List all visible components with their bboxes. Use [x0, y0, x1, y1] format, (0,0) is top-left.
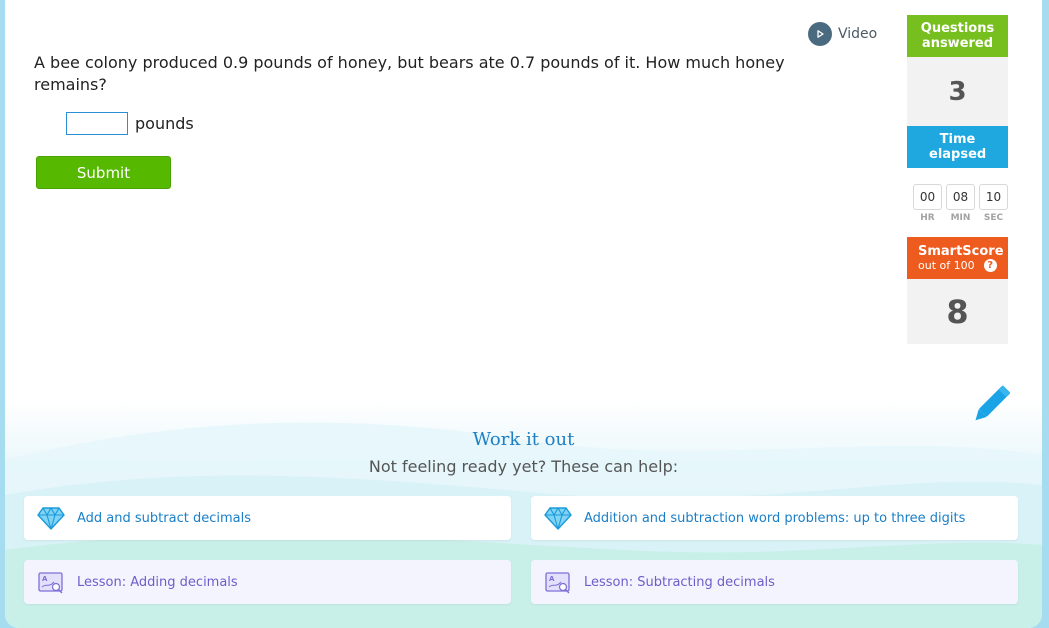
diamond-icon — [544, 505, 572, 531]
smartscore-header: SmartScore out of 100 ? — [907, 237, 1008, 279]
practice-frame: Video A bee colony produced 0.9 pounds o… — [5, 0, 1042, 628]
questions-answered-header: Questions answered — [907, 15, 1008, 57]
time-elapsed-header: Time elapsed — [907, 126, 1008, 168]
svg-text:A: A — [549, 575, 555, 583]
video-link[interactable]: Video — [808, 21, 877, 46]
timer-hours: 00 — [913, 184, 942, 210]
smartscore-sublabel-row: out of 100 ? — [918, 259, 1008, 273]
answer-unit: pounds — [135, 114, 194, 133]
lesson-icon: A — [37, 569, 65, 595]
svg-text:A: A — [42, 575, 48, 583]
question-text: A bee colony produced 0.9 pounds of hone… — [34, 53, 785, 94]
play-icon — [808, 21, 832, 46]
video-label: Video — [838, 25, 878, 42]
questions-answered-label: Questions answered — [920, 21, 995, 51]
submit-button[interactable]: Submit — [36, 156, 171, 189]
smartscore-value: 8 — [907, 279, 1008, 344]
timer: 00 08 10 — [913, 184, 1008, 210]
time-elapsed-label: Time elapsed — [929, 132, 987, 162]
answer-row: pounds — [66, 112, 194, 135]
skill-card-label: Addition and subtraction word problems: … — [584, 510, 966, 526]
lesson-card-label: Lesson: Subtracting decimals — [584, 574, 775, 590]
lesson-card-adding-decimals[interactable]: A Lesson: Adding decimals — [24, 560, 511, 604]
questions-answered-value: 3 — [907, 57, 1008, 126]
timer-minutes: 08 — [946, 184, 975, 210]
stats-sidebar: Questions answered 3 Time elapsed 00 08 … — [907, 15, 1008, 344]
lesson-card-label: Lesson: Adding decimals — [77, 574, 238, 590]
time-elapsed-panel: 00 08 10 HR MIN SEC — [907, 168, 1008, 237]
skill-card-add-subtract-decimals[interactable]: Add and subtract decimals — [24, 496, 511, 540]
pencil-icon[interactable] — [969, 384, 1011, 430]
help-icon[interactable]: ? — [983, 259, 997, 272]
lesson-icon: A — [544, 569, 572, 595]
smartscore-label: SmartScore — [918, 243, 1004, 259]
timer-hours-label: HR — [920, 213, 935, 223]
timer-seconds-label: SEC — [983, 213, 1004, 223]
timer-seconds: 10 — [979, 184, 1008, 210]
lesson-card-subtracting-decimals[interactable]: A Lesson: Subtracting decimals — [531, 560, 1018, 604]
answer-input[interactable] — [66, 112, 128, 135]
timer-minutes-label: MIN — [950, 213, 971, 223]
work-it-out-subtitle: Not feeling ready yet? These can help: — [368, 457, 679, 476]
work-it-out-title: Work it out — [472, 429, 575, 450]
timer-labels: HR MIN SEC — [913, 213, 1008, 223]
skill-card-label: Add and subtract decimals — [77, 510, 251, 526]
skill-card-word-problems[interactable]: Addition and subtraction word problems: … — [531, 496, 1018, 540]
smartscore-sublabel: out of 100 — [918, 258, 975, 272]
diamond-icon — [37, 505, 65, 531]
